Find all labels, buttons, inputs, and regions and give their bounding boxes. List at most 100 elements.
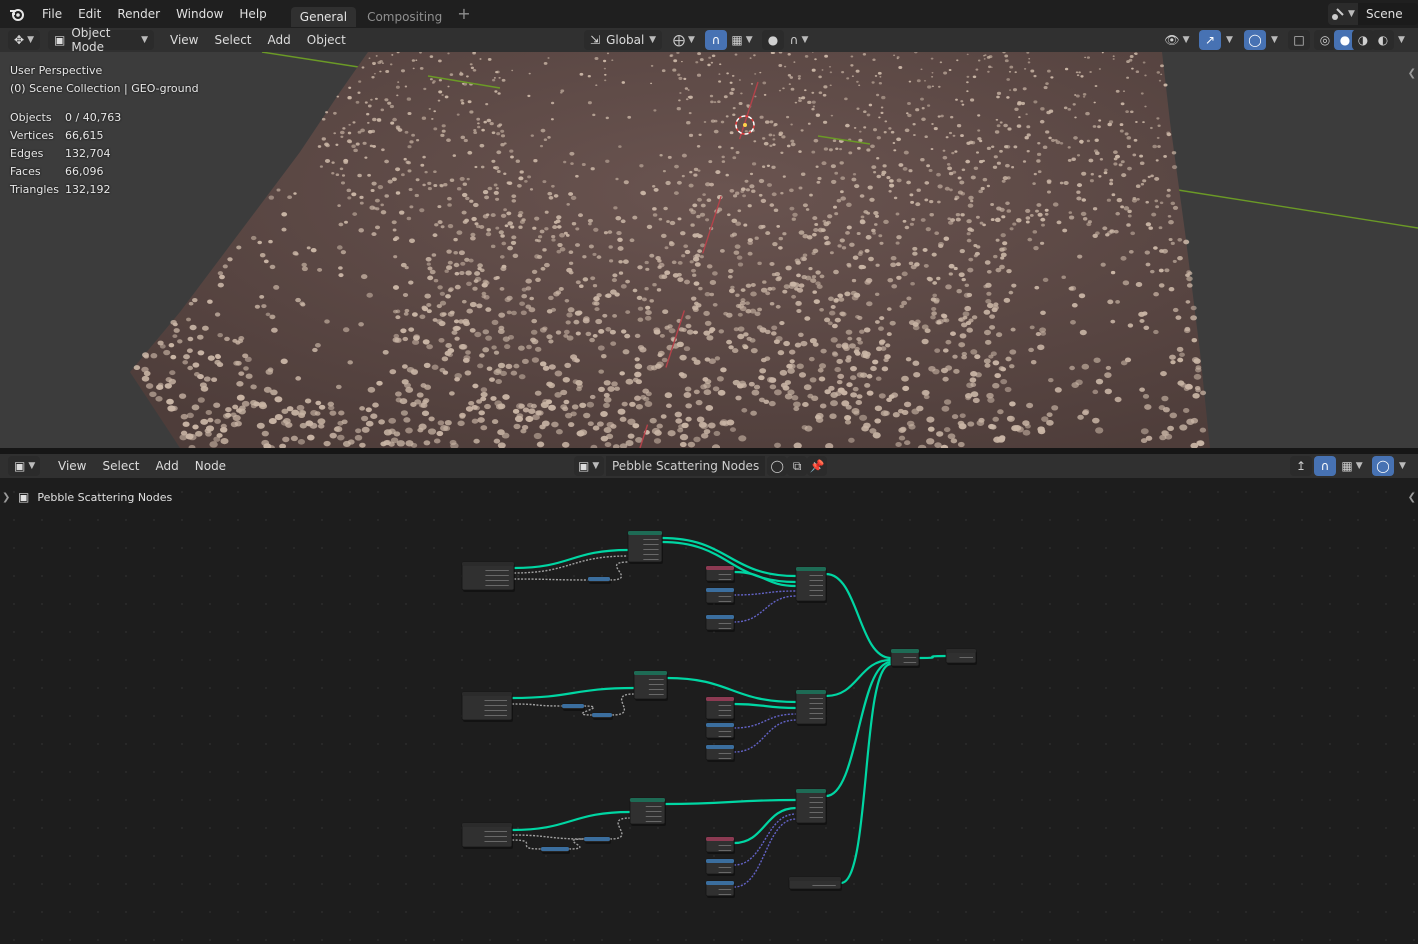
menu-window[interactable]: Window — [168, 0, 231, 28]
node-link — [511, 810, 631, 832]
editor-type-button[interactable]: ✥ ▼ — [8, 30, 40, 50]
parent-node-tree-icon[interactable]: ↥ — [1290, 456, 1312, 476]
overlays-icon[interactable]: ◯ — [1244, 30, 1266, 50]
ne-menu-view[interactable]: View — [50, 454, 94, 478]
vp-menu-object[interactable]: Object — [299, 28, 354, 52]
blender-logo-icon[interactable] — [0, 6, 34, 22]
shading-dropdown-icon[interactable]: ▼ — [1392, 30, 1408, 50]
ne-menu-node[interactable]: Node — [187, 454, 234, 478]
node-link — [664, 798, 797, 806]
node-editor-canvas[interactable]: ▣ Pebble Scattering Nodes ❯ ❮ — [0, 478, 1418, 944]
wireframe-shading-icon[interactable]: ◎ — [1314, 30, 1336, 50]
tab-compositing[interactable]: Compositing — [358, 7, 451, 27]
node-distribute-points-1[interactable] — [627, 530, 663, 564]
vp-menu-add[interactable]: Add — [260, 28, 299, 52]
node-editor-type-button[interactable]: ▣ ▼ — [8, 456, 40, 476]
node-multiply-2a[interactable] — [561, 703, 585, 711]
node-random-rot-3[interactable] — [705, 836, 735, 854]
vp-menu-view[interactable]: View — [162, 28, 206, 52]
node-group-input-3[interactable] — [461, 822, 513, 849]
scene-selector[interactable]: ▼ Scene — [1328, 3, 1418, 25]
scene-name[interactable]: Scene — [1358, 3, 1418, 25]
node-tree-browse-icon[interactable]: ▣ ▼ — [574, 456, 604, 476]
overlays-dropdown-icon[interactable]: ▼ — [1266, 30, 1280, 50]
node-link — [733, 590, 797, 596]
node-collection-info-2[interactable] — [705, 744, 735, 762]
scene-icon[interactable]: ▼ — [1328, 3, 1358, 25]
node-ground-object[interactable] — [788, 876, 842, 891]
node-group-input-1[interactable] — [461, 561, 515, 592]
viewport-overlay-text: User Perspective (0) Scene Collection | … — [10, 62, 199, 199]
node-overlays-icon[interactable]: ◯ — [1372, 456, 1394, 476]
snap-icon[interactable]: ∩ — [705, 30, 727, 50]
node-multiply-3a[interactable] — [540, 846, 570, 854]
snap-target-icon[interactable]: ▦ ▼ — [728, 30, 756, 50]
node-group-input-2[interactable] — [461, 691, 513, 722]
node-link — [825, 572, 892, 660]
node-snap-icon[interactable]: ∩ — [1314, 456, 1336, 476]
orientation-label: Global — [606, 33, 645, 47]
node-link — [513, 548, 629, 570]
3d-viewport[interactable]: User Perspective (0) Scene Collection | … — [0, 52, 1418, 448]
node-multiply-2b[interactable] — [591, 712, 613, 720]
menu-file[interactable]: File — [34, 0, 70, 28]
fake-user-shield-icon[interactable]: ◯ — [767, 456, 788, 476]
node-distribute-points-3[interactable] — [629, 797, 666, 826]
gizmo-dropdown-icon[interactable]: ▼ — [1221, 30, 1235, 50]
node-snap-target-icon[interactable]: ▦ ▼ — [1338, 456, 1366, 476]
node-instance-on-points-3[interactable] — [795, 788, 827, 825]
stat-edges: Edges 132,704 — [10, 147, 111, 160]
menu-edit[interactable]: Edit — [70, 0, 109, 28]
sidebar-toggle-icon[interactable]: ❮ — [1408, 68, 1416, 79]
rendered-shading-icon[interactable]: ◐ — [1372, 30, 1394, 50]
falloff-icon[interactable]: ∩ ▼ — [786, 30, 812, 50]
duplicate-icon[interactable]: ⧉ — [787, 456, 808, 476]
node-random-rot-1[interactable] — [705, 565, 735, 583]
nodes[interactable] — [461, 530, 977, 898]
node-join-geometry[interactable] — [890, 648, 920, 668]
ne-menu-select[interactable]: Select — [94, 454, 147, 478]
xray-icon[interactable]: □ — [1288, 30, 1310, 50]
node-graph[interactable] — [0, 478, 1418, 944]
node-distribute-points-2[interactable] — [633, 670, 668, 701]
node-instance-on-points-1[interactable] — [795, 566, 827, 603]
node-group-output[interactable] — [945, 648, 977, 665]
visibility-icon[interactable]: 👁 ▼ — [1162, 30, 1192, 50]
node-multiply-1[interactable] — [587, 576, 611, 584]
vp-menu-select[interactable]: Select — [206, 28, 259, 52]
tab-general[interactable]: General — [290, 7, 357, 27]
node-collection-info-3[interactable] — [705, 880, 735, 898]
menu-help[interactable]: Help — [231, 0, 274, 28]
node-collection-info-1[interactable] — [705, 614, 735, 632]
menu-render[interactable]: Render — [109, 0, 168, 28]
node-overlays-dropdown-icon[interactable]: ▼ — [1394, 456, 1408, 476]
node-random-scale-1[interactable] — [705, 587, 735, 605]
stat-objects: Objects 0 / 40,763 — [10, 111, 122, 124]
collection-label: (0) Scene Collection | GEO-ground — [10, 82, 199, 95]
node-random-scale-3[interactable] — [705, 858, 735, 876]
node-link — [733, 813, 797, 866]
pin-icon[interactable]: 📌 — [806, 456, 828, 476]
transform-orientation-dropdown[interactable]: ⇲ Global ▼ — [584, 30, 662, 50]
node-link — [733, 702, 797, 710]
gizmo-icon[interactable]: ↗ — [1199, 30, 1221, 50]
node-instance-on-points-2[interactable] — [795, 689, 827, 726]
material-shading-icon[interactable]: ◑ — [1352, 30, 1374, 50]
node-link — [511, 686, 635, 700]
orientation-icon: ⇲ — [590, 33, 601, 47]
object-mode-dropdown[interactable]: ▣ Object Mode ▼ — [48, 26, 154, 54]
add-workspace-button[interactable]: + — [457, 0, 470, 28]
node-tree-selector[interactable]: ▣ ▼ Pebble Scattering Nodes ◯ ⧉ ✕ — [574, 456, 828, 476]
node-random-rot-2[interactable] — [705, 696, 735, 721]
ne-menu-add[interactable]: Add — [148, 454, 187, 478]
node-link — [733, 806, 797, 845]
proportional-edit-icon[interactable]: ● — [762, 30, 784, 50]
node-multiply-3b[interactable] — [583, 836, 611, 844]
node-link — [918, 654, 947, 660]
node-random-scale-2[interactable] — [705, 722, 735, 740]
y-axis-line-right — [1177, 189, 1418, 229]
node-tree-name[interactable]: Pebble Scattering Nodes — [606, 456, 766, 476]
terrain-mesh[interactable] — [0, 52, 1418, 448]
pivot-point-icon[interactable]: ⨁ ▼ — [670, 30, 698, 50]
node-link — [568, 838, 585, 850]
